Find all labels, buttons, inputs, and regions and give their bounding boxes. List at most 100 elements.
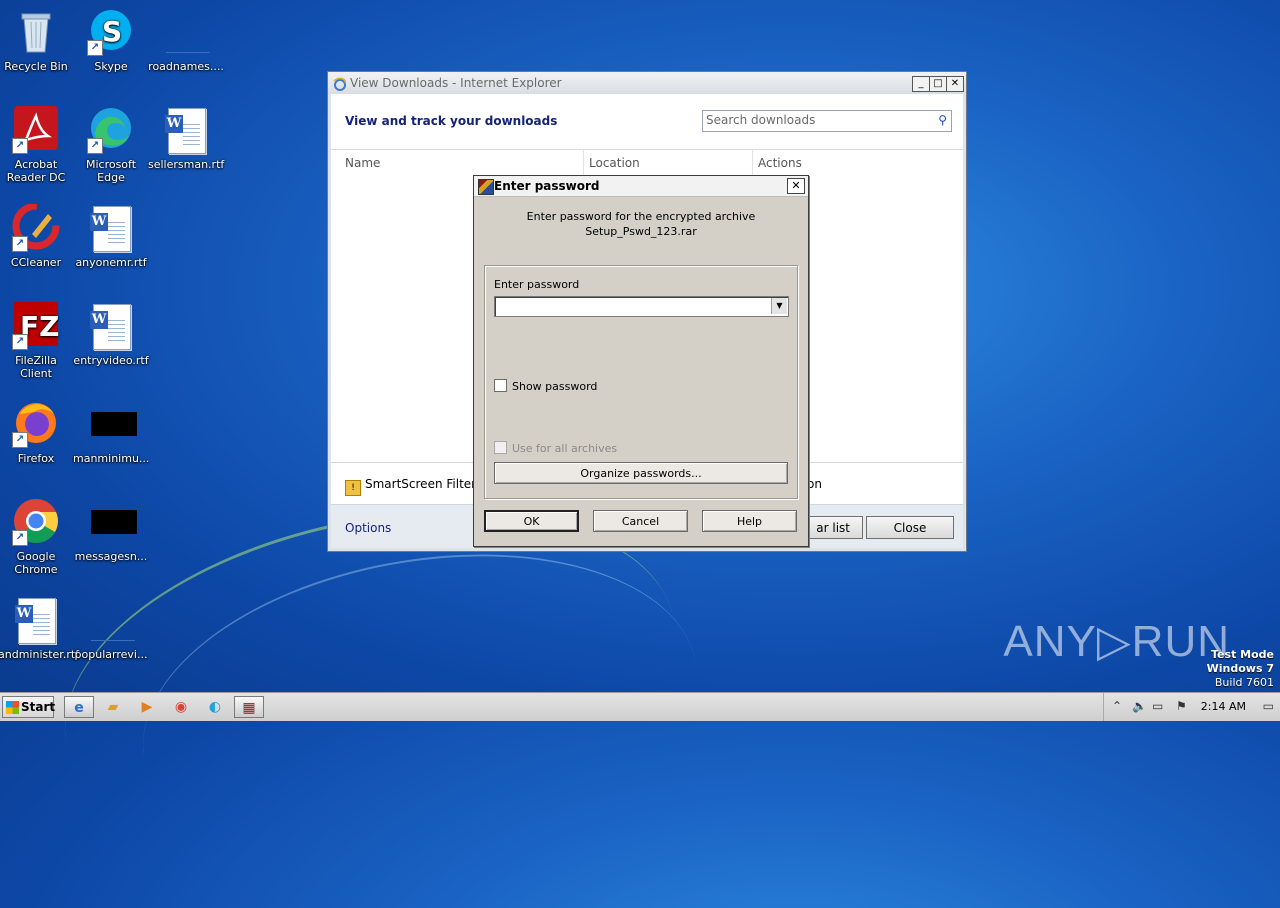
shortcut-arrow-icon: ↗ [87, 40, 103, 56]
edge-icon: ◐ [208, 699, 222, 715]
desktop-icon-messagesn[interactable]: messagesn... [73, 498, 149, 563]
smartscreen-text: SmartScreen Filter is [365, 477, 490, 491]
password-group: Enter password ▼ Show password Use for a… [484, 265, 798, 499]
desktop-icon-label: popularrevi... [74, 648, 148, 661]
chrome-icon: ↗ [12, 498, 60, 546]
column-name[interactable]: Name [345, 156, 380, 170]
cancel-button[interactable]: Cancel [593, 510, 688, 532]
smartscreen-turn-link[interactable]: on [807, 477, 822, 491]
maximize-icon[interactable]: □ [929, 76, 947, 92]
desktop-icon-ccleaner[interactable]: ↗ CCleaner [0, 202, 74, 269]
search-downloads-box[interactable]: ⚲ [702, 110, 952, 132]
recycle-bin-icon [12, 8, 60, 56]
taskbar-media-player[interactable]: ▶ [132, 696, 162, 718]
desktop-icon-label: Skype [94, 60, 128, 73]
edge-icon: ↗ [87, 106, 135, 154]
network-icon[interactable]: ▭ [1152, 699, 1163, 713]
checkbox-box[interactable] [494, 379, 507, 392]
desktop-icon-chrome[interactable]: ↗ Google Chrome [0, 498, 74, 576]
clock[interactable]: 2:14 AM [1201, 700, 1246, 713]
checkbox-box [494, 441, 507, 454]
desktop-icon-label: anyonemr.rtf [75, 256, 147, 269]
desktop-icon-skype[interactable]: S ↗ Skype [73, 8, 149, 73]
ok-button[interactable]: OK [484, 510, 579, 532]
shortcut-arrow-icon: ↗ [12, 530, 28, 546]
shortcut-arrow-icon: ↗ [12, 236, 28, 252]
build-label: Build 7601 [1214, 676, 1274, 689]
close-icon[interactable]: ✕ [787, 178, 805, 194]
desktop-icon-popularrevi[interactable]: popularrevi... [73, 596, 149, 661]
help-button[interactable]: Help [702, 510, 797, 532]
dialog-titlebar[interactable]: Enter password ✕ [474, 176, 808, 197]
minimize-icon[interactable]: _ [912, 76, 930, 92]
desktop-icon-label: CCleaner [10, 256, 62, 269]
desktop-icon-label: Acrobat Reader DC [6, 158, 66, 184]
taskbar-explorer[interactable]: ▰ [98, 696, 128, 718]
internet-explorer-icon [333, 76, 347, 91]
os-label: Windows 7 [1206, 662, 1274, 675]
desktop-icon-roadnames[interactable]: roadnames.... [148, 8, 224, 73]
test-mode-label: Test Mode [1211, 648, 1274, 661]
ccleaner-icon: ↗ [12, 202, 60, 252]
acrobat-icon: ↗ [12, 106, 60, 154]
word-document-icon: W [87, 204, 135, 252]
word-document-icon: W [87, 302, 135, 350]
column-divider [752, 150, 753, 176]
close-icon[interactable]: ✕ [946, 76, 964, 92]
folder-icon: ▰ [107, 699, 119, 715]
options-link[interactable]: Options [345, 521, 391, 535]
password-combobox[interactable]: ▼ [494, 296, 789, 317]
desktop-icon-manminimu[interactable]: manminimu... [73, 400, 149, 465]
desktop-icon-anyonemr[interactable]: W anyonemr.rtf [73, 204, 149, 269]
volume-icon[interactable]: 🔈 [1132, 699, 1147, 713]
desktop-icon-label: manminimu... [73, 452, 150, 465]
skype-icon: S ↗ [87, 8, 135, 56]
internet-explorer-icon: e [74, 700, 84, 716]
password-input[interactable] [495, 297, 771, 314]
show-password-checkbox[interactable]: Show password [494, 379, 597, 393]
shortcut-arrow-icon: ↗ [12, 432, 28, 448]
desktop-icon-recycle-bin[interactable]: Recycle Bin [0, 8, 74, 73]
desktop-icon-label: sellersman.rtf [148, 158, 225, 171]
word-document-icon: W [12, 596, 60, 644]
column-actions[interactable]: Actions [758, 156, 802, 170]
message-line-1: Enter password for the encrypted archive [526, 210, 756, 223]
desktop-icon-label: andminister.rtf [0, 648, 80, 661]
taskbar-winrar[interactable]: ▦ [234, 696, 264, 718]
close-button[interactable]: Close [866, 516, 954, 539]
smartscreen-shield-icon: ! [345, 480, 361, 496]
window-titlebar[interactable]: View Downloads - Internet Explorer _ □ ✕ [328, 72, 966, 94]
desktop-icon-label: Google Chrome [14, 550, 58, 576]
show-desktop-icon[interactable]: ▭ [1263, 699, 1274, 713]
shortcut-arrow-icon: ↗ [12, 334, 28, 350]
chrome-icon: ◉ [174, 699, 188, 715]
desktop-icon-entryvideo[interactable]: W entryvideo.rtf [73, 302, 149, 367]
organize-passwords-button[interactable]: Organize passwords... [494, 462, 788, 484]
desktop-icon-acrobat[interactable]: ↗ Acrobat Reader DC [0, 106, 74, 184]
action-center-flag-icon[interactable]: ⚑ [1176, 699, 1187, 713]
chevron-down-icon[interactable]: ▼ [771, 298, 787, 314]
desktop-icon-andminister[interactable]: W andminister.rtf [0, 596, 80, 661]
start-button[interactable]: Start [2, 696, 55, 718]
firefox-icon: ↗ [12, 400, 60, 448]
taskbar-edge[interactable]: ◐ [200, 696, 230, 718]
show-hidden-icons-icon[interactable]: ⌃ [1112, 699, 1122, 713]
anyrun-watermark: ANY▷RUN [1003, 617, 1230, 666]
word-document-icon: W [162, 106, 210, 154]
shortcut-arrow-icon: ↗ [12, 138, 28, 154]
blank-file-icon [87, 596, 135, 644]
desktop-icon-edge[interactable]: ↗ Microsoft Edge [73, 106, 149, 184]
winrar-icon: ▦ [242, 700, 256, 716]
search-icon[interactable]: ⚲ [938, 113, 947, 127]
desktop-icon-label: Recycle Bin [4, 60, 68, 73]
desktop-icon-label: messagesn... [74, 550, 148, 563]
downloads-heading: View and track your downloads [345, 114, 558, 128]
taskbar-internet-explorer[interactable]: e [64, 696, 94, 718]
window-title: View Downloads - Internet Explorer [350, 76, 562, 90]
desktop-icon-sellersman[interactable]: W sellersman.rtf [148, 106, 224, 171]
column-location[interactable]: Location [589, 156, 640, 170]
taskbar-chrome[interactable]: ◉ [166, 696, 196, 718]
search-input[interactable] [703, 111, 926, 129]
desktop-icon-filezilla[interactable]: FZ ↗ FileZilla Client [0, 302, 74, 380]
desktop-icon-firefox[interactable]: ↗ Firefox [0, 400, 74, 465]
